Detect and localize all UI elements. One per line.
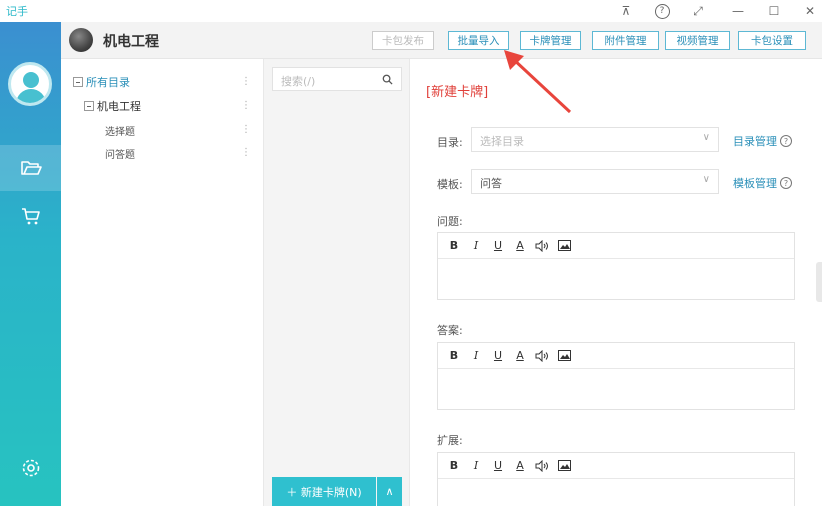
- audio-icon[interactable]: [533, 347, 551, 365]
- underline-button[interactable]: U: [489, 347, 507, 365]
- editor-toolbar: B I U A: [438, 453, 794, 479]
- collapse-icon[interactable]: [73, 77, 83, 87]
- more-icon[interactable]: ⋮: [241, 147, 251, 158]
- font-color-button[interactable]: A: [511, 237, 529, 255]
- attachment-manage-button[interactable]: 附件管理: [592, 31, 659, 50]
- bold-button[interactable]: B: [445, 347, 463, 365]
- cart-icon[interactable]: [0, 193, 61, 239]
- title-bar: 记手 ⊼ ? ⤢ — ☐ ✕: [0, 0, 822, 22]
- audio-icon[interactable]: [533, 457, 551, 475]
- answer-editor[interactable]: B I U A: [437, 342, 795, 410]
- page-title: 机电工程: [103, 34, 159, 50]
- book-icon: [69, 28, 93, 52]
- card-editor: [新建卡牌] 目录: 选择目录 ∨ 目录管理? 模板: 问答 ∨ 模板管理? 问…: [410, 59, 822, 506]
- extend-editor[interactable]: B I U A: [437, 452, 795, 506]
- video-manage-button[interactable]: 视频管理: [665, 31, 730, 50]
- template-label: 模板:: [437, 178, 463, 191]
- directory-select[interactable]: 选择目录 ∨: [471, 127, 719, 152]
- underline-button[interactable]: U: [489, 237, 507, 255]
- tree-item-qa[interactable]: 问答题: [105, 143, 135, 163]
- bold-button[interactable]: B: [445, 457, 463, 475]
- search-icon[interactable]: [382, 74, 393, 85]
- collapse-icon[interactable]: [84, 101, 94, 111]
- pin-icon[interactable]: ⊼: [612, 0, 640, 22]
- chevron-up-icon[interactable]: ∧: [377, 477, 402, 506]
- bold-button[interactable]: B: [445, 237, 463, 255]
- folder-icon[interactable]: [0, 145, 61, 191]
- chevron-down-icon: ∨: [702, 174, 710, 185]
- search-input[interactable]: 搜索(/): [272, 67, 402, 91]
- extend-label: 扩展:: [437, 434, 463, 447]
- image-icon[interactable]: [555, 237, 573, 255]
- tree-item-book[interactable]: 机电工程: [84, 96, 141, 116]
- directory-manage-link[interactable]: 目录管理?: [733, 133, 792, 149]
- settings-icon[interactable]: [0, 445, 61, 491]
- image-icon[interactable]: [555, 457, 573, 475]
- minimize-button[interactable]: —: [724, 0, 752, 22]
- publish-button[interactable]: 卡包发布: [372, 31, 434, 50]
- more-icon[interactable]: ⋮: [241, 100, 251, 111]
- italic-button[interactable]: I: [467, 457, 485, 475]
- tree-item-all[interactable]: 所有目录: [73, 72, 130, 92]
- card-list: 搜索(/) ＋ 新建卡牌(N) ∧: [264, 59, 410, 506]
- audio-icon[interactable]: [533, 237, 551, 255]
- maximize-button[interactable]: ☐: [760, 0, 788, 22]
- new-card-button[interactable]: ＋ 新建卡牌(N): [272, 477, 376, 506]
- more-icon[interactable]: ⋮: [241, 76, 251, 87]
- app-title: 记手: [6, 5, 28, 18]
- editor-toolbar: B I U A: [438, 343, 794, 369]
- help-icon[interactable]: ?: [780, 135, 792, 147]
- tree-item-choice[interactable]: 选择题: [105, 120, 135, 140]
- close-button[interactable]: ✕: [796, 0, 822, 22]
- help-icon[interactable]: ?: [648, 0, 676, 22]
- font-color-button[interactable]: A: [511, 457, 529, 475]
- header-bar: 机电工程 卡包发布 批量导入 卡牌管理 附件管理 视频管理 卡包设置: [61, 22, 822, 59]
- scrollbar-handle[interactable]: [816, 262, 822, 302]
- avatar[interactable]: [8, 62, 52, 106]
- template-manage-link[interactable]: 模板管理?: [733, 175, 792, 191]
- pack-settings-button[interactable]: 卡包设置: [738, 31, 806, 50]
- annotation-arrow: [504, 50, 572, 114]
- template-select[interactable]: 问答 ∨: [471, 169, 719, 194]
- help-icon[interactable]: ?: [780, 177, 792, 189]
- question-editor[interactable]: B I U A: [437, 232, 795, 300]
- answer-label: 答案:: [437, 324, 463, 337]
- italic-button[interactable]: I: [467, 347, 485, 365]
- form-title: [新建卡牌]: [426, 85, 489, 100]
- font-color-button[interactable]: A: [511, 347, 529, 365]
- more-icon[interactable]: ⋮: [241, 124, 251, 135]
- question-label: 问题:: [437, 215, 463, 228]
- expand-icon[interactable]: ⤢: [684, 0, 712, 22]
- directory-label: 目录:: [437, 136, 463, 149]
- sidebar: [0, 22, 61, 506]
- chevron-down-icon: ∨: [702, 132, 710, 143]
- image-icon[interactable]: [555, 347, 573, 365]
- italic-button[interactable]: I: [467, 237, 485, 255]
- directory-tree: 所有目录 ⋮ 机电工程 ⋮ 选择题 ⋮ 问答题 ⋮: [61, 59, 264, 506]
- underline-button[interactable]: U: [489, 457, 507, 475]
- editor-toolbar: B I U A: [438, 233, 794, 259]
